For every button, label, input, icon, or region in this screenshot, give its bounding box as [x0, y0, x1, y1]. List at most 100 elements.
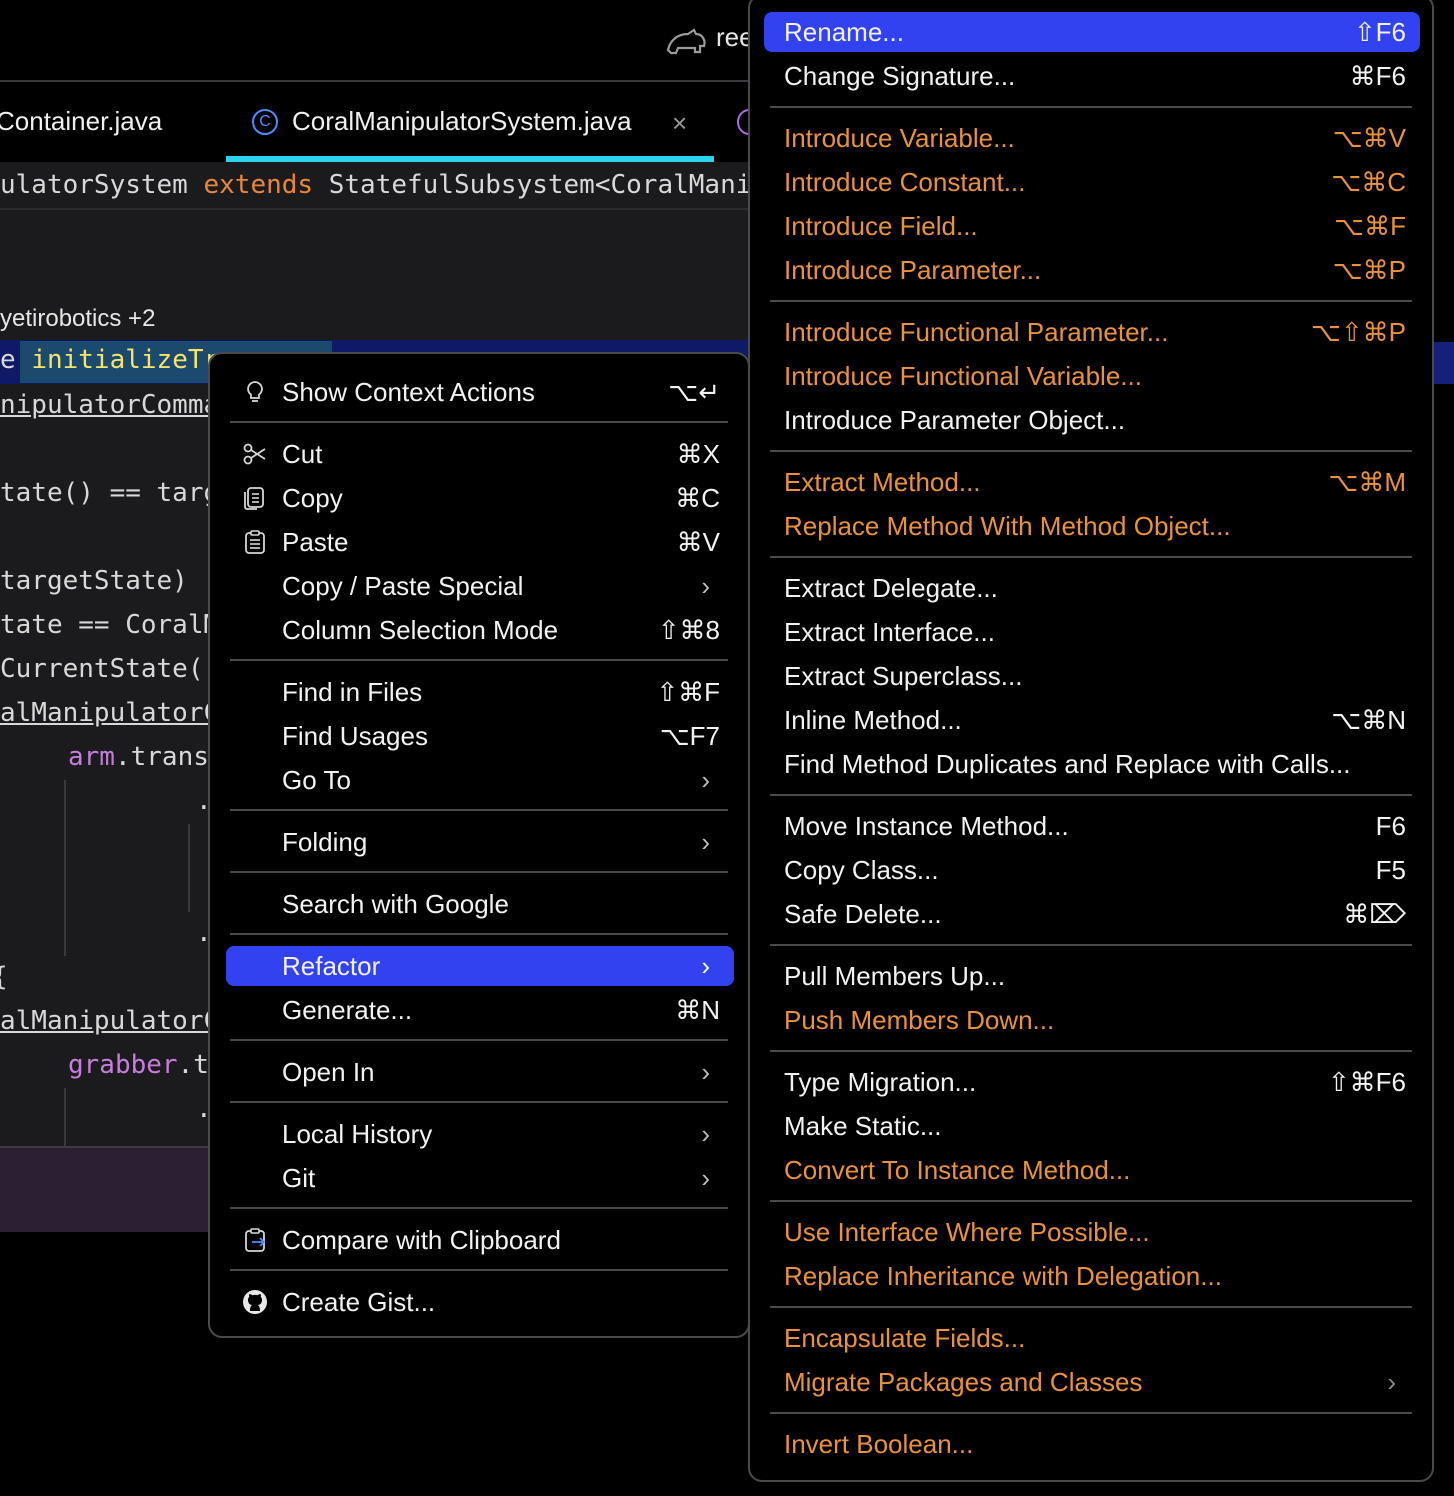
- menu-item-change-signature[interactable]: Change Signature... ⌘F6: [764, 56, 1420, 96]
- menu-item-type-migration[interactable]: Type Migration... ⇧⌘F6: [764, 1062, 1420, 1102]
- menu-item-introduce-parameter-object[interactable]: Introduce Parameter Object...: [764, 400, 1420, 440]
- refactor-submenu: Rename... ⇧F6 Change Signature... ⌘F6 In…: [748, 0, 1434, 1482]
- menu-separator: [230, 1269, 728, 1271]
- menu-separator: [770, 106, 1412, 108]
- menu-item-git[interactable]: Git ›: [226, 1158, 734, 1198]
- editor-separator: [0, 208, 760, 210]
- chevron-right-icon: ›: [701, 571, 710, 601]
- code-author-hint[interactable]: yetirobotics +2: [0, 305, 155, 333]
- close-tab-icon[interactable]: ×: [672, 108, 687, 139]
- menu-item-move-instance-method[interactable]: Move Instance Method... F6: [764, 806, 1420, 846]
- menu-item-folding[interactable]: Folding ›: [226, 822, 734, 862]
- lightbulb-icon: [247, 381, 263, 402]
- tab-container-java[interactable]: Container.java: [0, 106, 162, 137]
- indent-guide: [64, 780, 66, 956]
- menu-separator: [770, 1306, 1412, 1308]
- code-line: alManipulatorC: [0, 1006, 220, 1036]
- menu-item-extract-delegate[interactable]: Extract Delegate...: [764, 568, 1420, 608]
- menu-item-copy-class[interactable]: Copy Class... F5: [764, 850, 1420, 890]
- menu-item-refactor[interactable]: Refactor ›: [226, 946, 734, 986]
- menu-separator: [770, 944, 1412, 946]
- menu-item-encapsulate-fields[interactable]: Encapsulate Fields...: [764, 1318, 1420, 1358]
- code-line: arm.trans: [68, 742, 209, 772]
- menu-item-compare-with-clipboard[interactable]: Compare with Clipboard: [226, 1220, 734, 1260]
- menu-item-introduce-variable[interactable]: Introduce Variable... ⌥⌘V: [764, 118, 1420, 158]
- method-declaration-line: e initializeTr: [0, 345, 220, 375]
- menu-separator: [770, 450, 1412, 452]
- menu-item-introduce-parameter[interactable]: Introduce Parameter... ⌥⌘P: [764, 250, 1420, 290]
- chevron-right-icon: ›: [701, 1057, 710, 1087]
- menu-item-extract-superclass[interactable]: Extract Superclass...: [764, 656, 1420, 696]
- menu-item-rename[interactable]: Rename... ⇧F6: [764, 12, 1420, 52]
- menu-separator: [770, 1200, 1412, 1202]
- menu-item-migrate-packages-and-classes[interactable]: Migrate Packages and Classes ›: [764, 1362, 1420, 1402]
- menu-item-column-selection-mode[interactable]: Column Selection Mode ⇧⌘8: [226, 610, 734, 650]
- menu-item-search-with-google[interactable]: Search with Google: [226, 884, 734, 924]
- indent-guide: [188, 824, 190, 912]
- menu-item-convert-to-instance-method[interactable]: Convert To Instance Method...: [764, 1150, 1420, 1190]
- chevron-right-icon: ›: [701, 951, 710, 981]
- indent-guide: [64, 1088, 66, 1146]
- menu-separator: [230, 809, 728, 811]
- menu-item-make-static[interactable]: Make Static...: [764, 1106, 1420, 1146]
- menu-item-paste[interactable]: Paste ⌘V: [226, 522, 734, 562]
- chevron-right-icon: ›: [701, 765, 710, 795]
- code-line: grabber.t: [68, 1050, 209, 1080]
- menu-separator: [770, 300, 1412, 302]
- menu-item-replace-method-with-method-object[interactable]: Replace Method With Method Object...: [764, 506, 1420, 546]
- menu-item-copy[interactable]: Copy ⌘C: [226, 478, 734, 518]
- menu-item-go-to[interactable]: Go To ›: [226, 760, 734, 800]
- menu-item-introduce-functional-parameter[interactable]: Introduce Functional Parameter... ⌥⇧⌘P: [764, 312, 1420, 352]
- menu-item-copy-paste-special[interactable]: Copy / Paste Special ›: [226, 566, 734, 606]
- menu-item-generate[interactable]: Generate... ⌘N: [226, 990, 734, 1030]
- menu-item-safe-delete[interactable]: Safe Delete... ⌘⌦: [764, 894, 1420, 934]
- menu-item-introduce-field[interactable]: Introduce Field... ⌥⌘F: [764, 206, 1420, 246]
- menu-item-push-members-down[interactable]: Push Members Down...: [764, 1000, 1420, 1040]
- code-line: nipulatorComma: [0, 390, 220, 420]
- copy-icon: [244, 487, 264, 510]
- editor-context-menu: Show Context Actions ⌥↵ Cut ⌘X Copy ⌘C P…: [208, 352, 750, 1338]
- compare-clipboard-icon: [245, 1228, 266, 1252]
- clipboard-icon: [245, 530, 265, 554]
- java-class-icon: C: [252, 109, 278, 135]
- menu-separator: [230, 1101, 728, 1103]
- chevron-right-icon: ›: [701, 827, 710, 857]
- menu-item-find-method-duplicates[interactable]: Find Method Duplicates and Replace with …: [764, 744, 1420, 784]
- menu-item-inline-method[interactable]: Inline Method... ⌥⌘N: [764, 700, 1420, 740]
- chevron-right-icon: ›: [1387, 1367, 1396, 1397]
- gutter-line-highlight: [1434, 342, 1454, 384]
- menu-separator: [230, 1039, 728, 1041]
- menu-item-create-gist[interactable]: Create Gist...: [226, 1282, 734, 1322]
- menu-item-find-usages[interactable]: Find Usages ⌥F7: [226, 716, 734, 756]
- menu-item-find-in-files[interactable]: Find in Files ⇧⌘F: [226, 672, 734, 712]
- menu-item-local-history[interactable]: Local History ›: [226, 1114, 734, 1154]
- menu-item-extract-method[interactable]: Extract Method... ⌥⌘M: [764, 462, 1420, 502]
- menu-item-invert-boolean[interactable]: Invert Boolean...: [764, 1424, 1420, 1464]
- menu-separator: [230, 1207, 728, 1209]
- code-line: tate == CoralM: [0, 610, 220, 640]
- menu-item-extract-interface[interactable]: Extract Interface...: [764, 612, 1420, 652]
- menu-separator: [230, 871, 728, 873]
- tab-coral-manipulator-system[interactable]: CoralManipulatorSystem.java: [292, 106, 632, 137]
- menu-item-introduce-functional-variable[interactable]: Introduce Functional Variable...: [764, 356, 1420, 396]
- menu-item-open-in[interactable]: Open In ›: [226, 1052, 734, 1092]
- project-icon[interactable]: [664, 22, 708, 58]
- editor-right-gutter: [1434, 0, 1454, 1496]
- menu-separator: [770, 1412, 1412, 1414]
- chevron-right-icon: ›: [701, 1163, 710, 1193]
- menu-item-introduce-constant[interactable]: Introduce Constant... ⌥⌘C: [764, 162, 1420, 202]
- class-declaration-line: ulatorSystem extends StatefulSubsystem<C…: [0, 170, 768, 200]
- menu-item-use-interface-where-possible[interactable]: Use Interface Where Possible...: [764, 1212, 1420, 1252]
- code-line: targetState) |: [0, 566, 220, 596]
- scissors-icon: [243, 443, 266, 465]
- menu-item-replace-inheritance-with-delegation[interactable]: Replace Inheritance with Delegation...: [764, 1256, 1420, 1296]
- code-line: CurrentState(): [0, 654, 220, 684]
- menu-item-cut[interactable]: Cut ⌘X: [226, 434, 734, 474]
- menu-item-show-context-actions[interactable]: Show Context Actions ⌥↵: [226, 372, 734, 412]
- rhino-icon: [666, 28, 706, 55]
- menu-separator: [770, 1050, 1412, 1052]
- code-line: alManipulatorC: [0, 698, 220, 728]
- menu-separator: [230, 933, 728, 935]
- code-line: {: [0, 962, 8, 992]
- menu-item-pull-members-up[interactable]: Pull Members Up...: [764, 956, 1420, 996]
